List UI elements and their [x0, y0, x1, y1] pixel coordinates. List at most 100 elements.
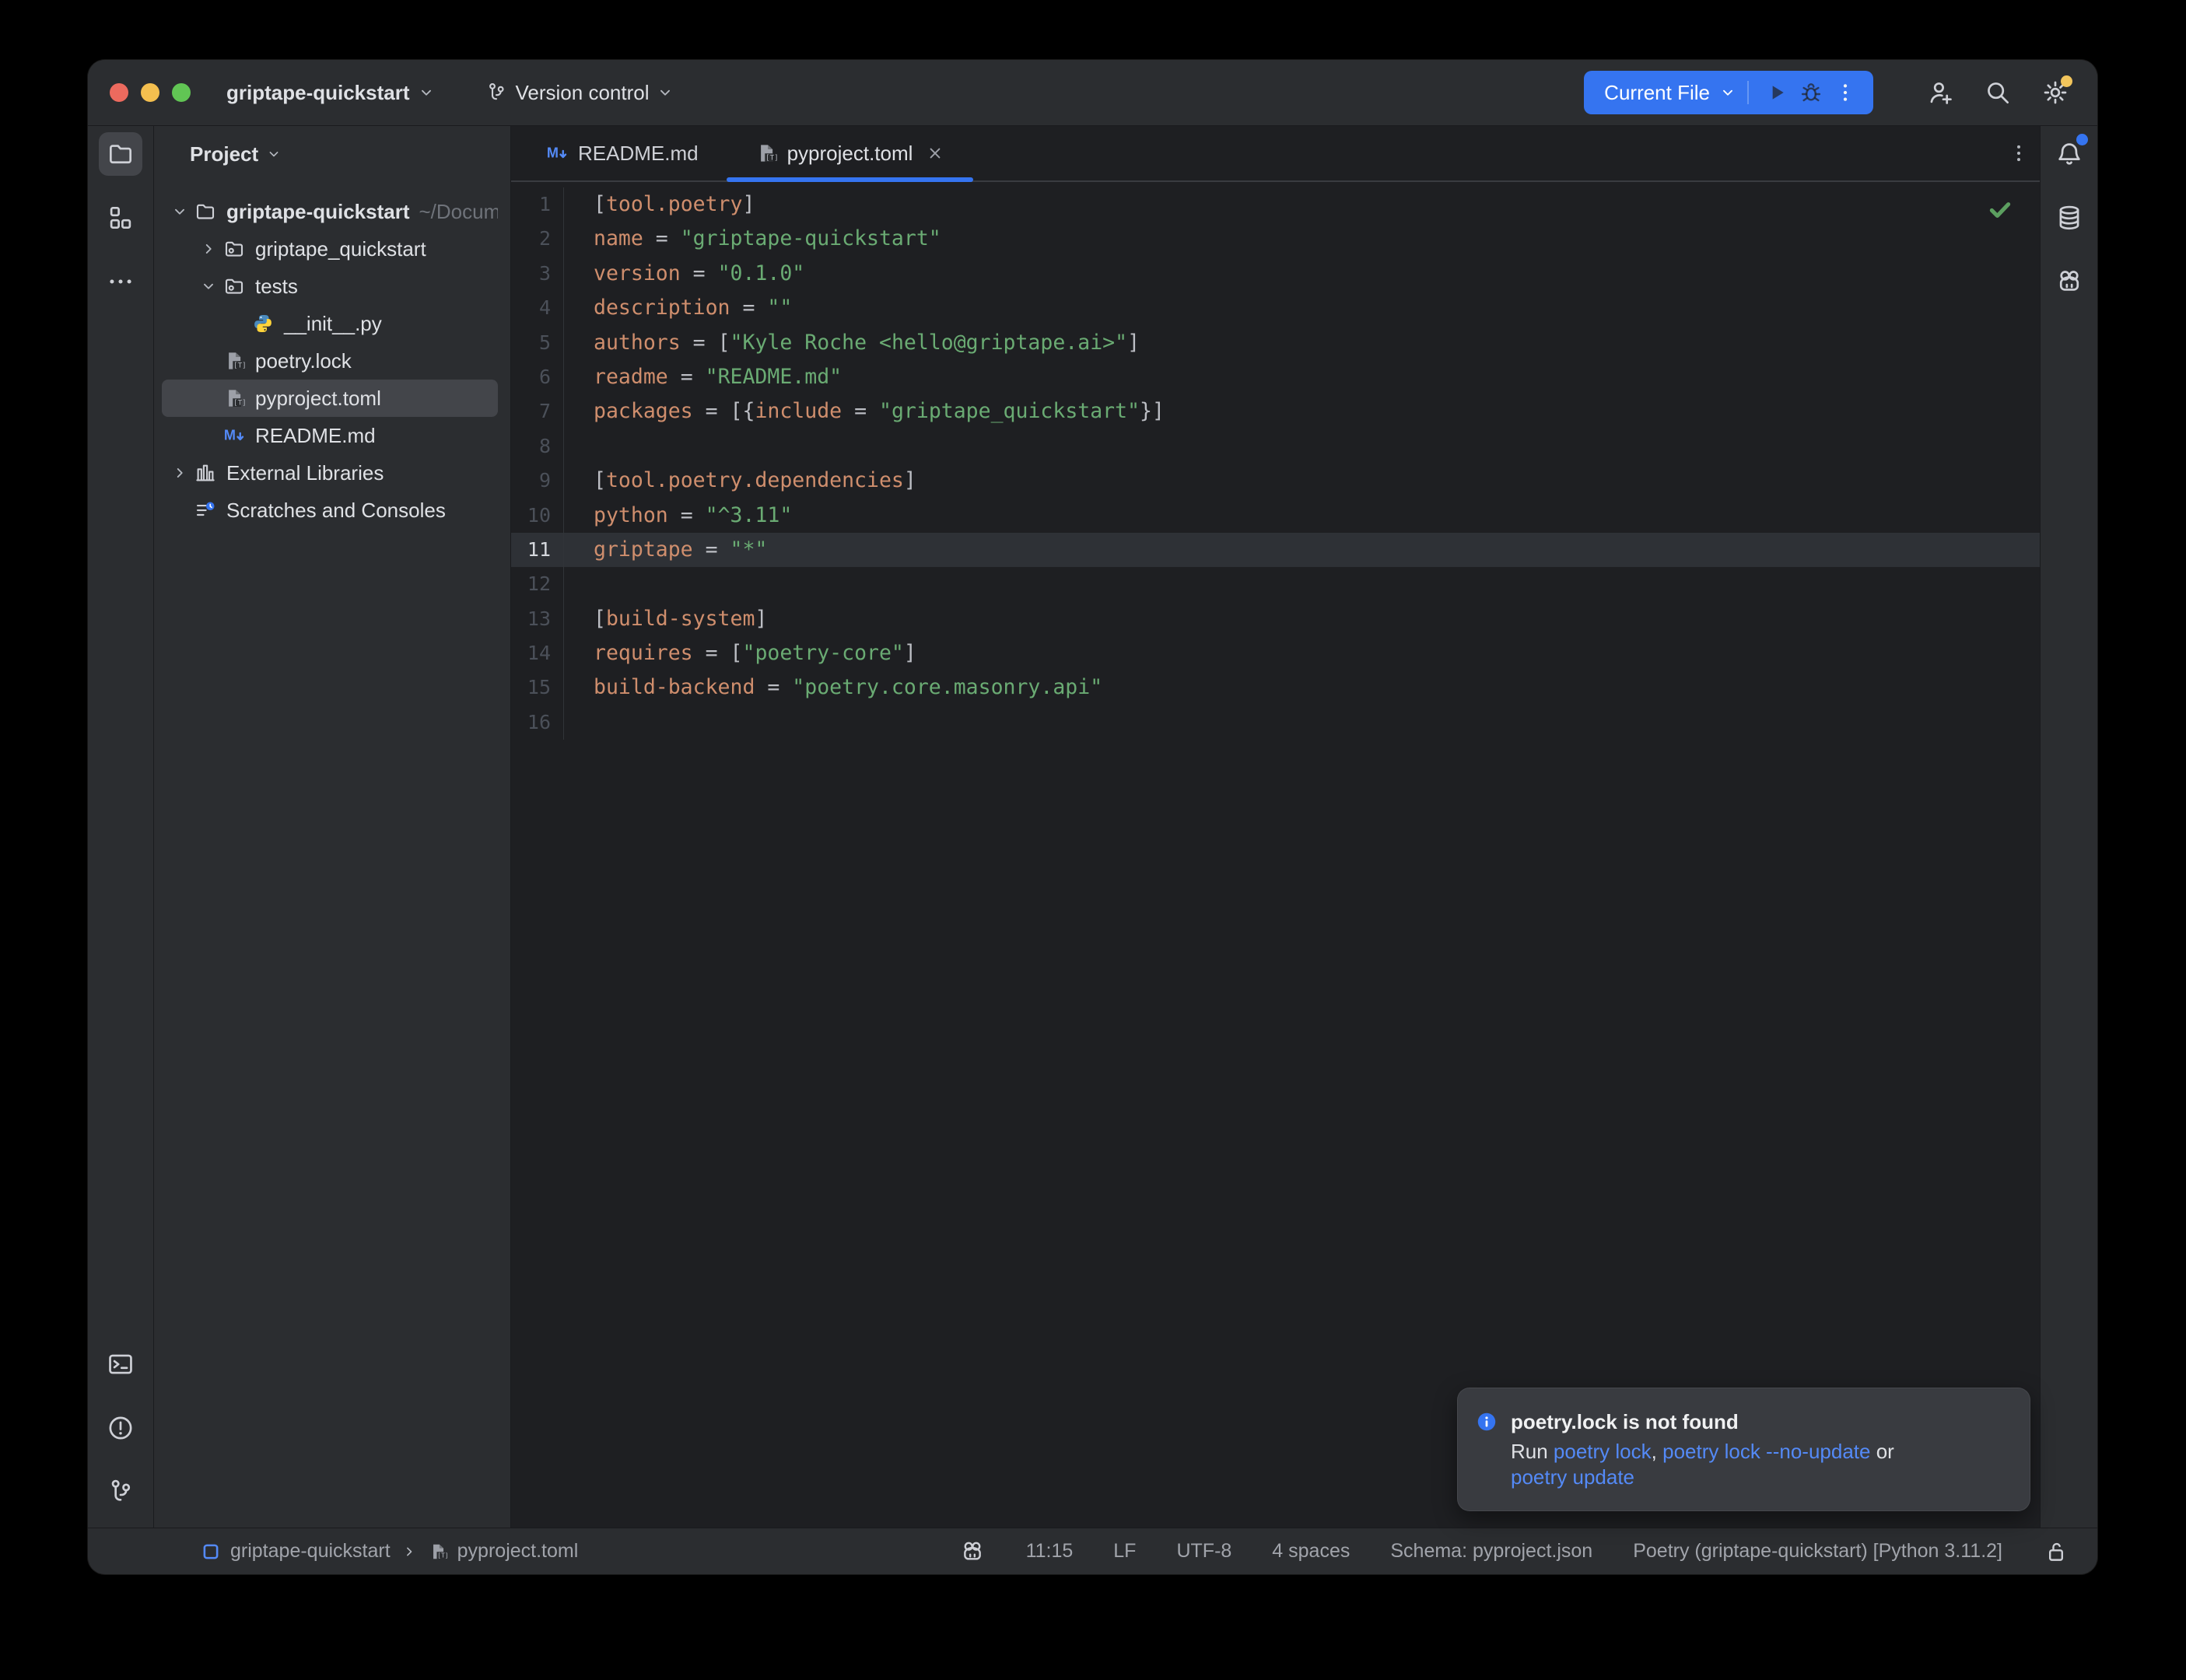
- code-line-content: [564, 705, 594, 740]
- status-item-lf[interactable]: LF: [1113, 1540, 1136, 1563]
- folder-icon: [194, 200, 217, 223]
- line-number[interactable]: 10: [511, 499, 564, 533]
- search-button[interactable]: [1976, 71, 2020, 114]
- tree-item-griptape-quickstart[interactable]: griptape_quickstart: [162, 230, 498, 268]
- chevron-down-icon[interactable]: [195, 275, 222, 297]
- tree-item-pyproject-toml[interactable]: [T]pyproject.toml: [162, 380, 498, 417]
- tree-item-external-libraries[interactable]: External Libraries: [162, 454, 498, 492]
- terminal-tool-button[interactable]: [99, 1342, 142, 1386]
- line-number[interactable]: 12: [511, 567, 564, 601]
- status-item-poetry-griptape-quickstart-python-3-11-2-[interactable]: Poetry (griptape-quickstart) [Python 3.1…: [1633, 1540, 2002, 1563]
- code-line-7[interactable]: 7packages = [{include = "griptape_quicks…: [511, 394, 2040, 429]
- line-number[interactable]: 3: [511, 257, 564, 291]
- more-run-options-button[interactable]: [1828, 75, 1862, 110]
- line-number[interactable]: 9: [511, 464, 564, 498]
- inspections-ok-icon[interactable]: [1987, 196, 2013, 222]
- breadcrumb-griptape-quickstart[interactable]: griptape-quickstart: [201, 1540, 391, 1563]
- code-line-11[interactable]: 11griptape = "*": [511, 533, 2040, 567]
- svg-text:[T]: [T]: [765, 154, 778, 163]
- notification-link[interactable]: poetry update: [1511, 1465, 1634, 1489]
- code-line-3[interactable]: 3version = "0.1.0": [511, 257, 2040, 291]
- code-line-4[interactable]: 4description = "": [511, 291, 2040, 325]
- problems-tool-button[interactable]: [99, 1406, 142, 1450]
- tree-item-tests[interactable]: tests: [162, 268, 498, 305]
- database-tool-button[interactable]: [2048, 196, 2091, 240]
- code-line-14[interactable]: 14requires = ["poetry-core"]: [511, 636, 2040, 670]
- code-line-content: griptape = "*": [564, 533, 767, 567]
- code-line-1[interactable]: 1[tool.poetry]: [511, 187, 2040, 222]
- add-user-button[interactable]: [1918, 71, 1962, 114]
- chevron-down-icon: [418, 84, 435, 101]
- line-number[interactable]: 8: [511, 429, 564, 464]
- notifications-bell-tool-button[interactable]: [2048, 132, 2091, 176]
- chevron-down-icon[interactable]: [166, 201, 193, 222]
- editor-tab-pyproject-toml[interactable]: [T]pyproject.toml: [727, 126, 974, 180]
- line-number[interactable]: 11: [511, 533, 564, 567]
- lock-open-status-icon[interactable]: [2043, 1538, 2069, 1565]
- line-number[interactable]: 4: [511, 291, 564, 325]
- editor-tab-readme-md[interactable]: MREADME.md: [517, 126, 727, 180]
- ai-assistant-tool-button[interactable]: [2048, 260, 2091, 303]
- project-folder-tool-button[interactable]: [99, 132, 142, 176]
- code-line-content: [build-system]: [564, 602, 767, 636]
- code-line-16[interactable]: 16: [511, 705, 2040, 740]
- status-item-11[interactable]: 11:15: [1026, 1540, 1074, 1563]
- project-panel-title: Project: [190, 142, 258, 166]
- line-number[interactable]: 1: [511, 187, 564, 222]
- structure-tool-button[interactable]: [99, 196, 142, 240]
- chevron-right-icon[interactable]: [166, 462, 193, 484]
- ai-assistant-status-icon[interactable]: [959, 1538, 986, 1565]
- tree-item-readme-md[interactable]: MREADME.md: [162, 417, 498, 454]
- code-line-9[interactable]: 9[tool.poetry.dependencies]: [511, 464, 2040, 498]
- tree-item-path: ~/Docume: [419, 200, 499, 224]
- code-line-content: requires = ["poetry-core"]: [564, 636, 916, 670]
- status-item-utf-8[interactable]: UTF-8: [1176, 1540, 1231, 1563]
- line-number[interactable]: 6: [511, 360, 564, 394]
- code-editor[interactable]: 1[tool.poetry]2name = "griptape-quicksta…: [511, 182, 2040, 1528]
- code-line-13[interactable]: 13[build-system]: [511, 602, 2040, 636]
- code-line-12[interactable]: 12: [511, 567, 2040, 601]
- more-tool-button[interactable]: [99, 260, 142, 303]
- code-line-15[interactable]: 15build-backend = "poetry.core.masonry.a…: [511, 670, 2040, 705]
- tree-item--init-py[interactable]: __init__.py: [162, 305, 498, 342]
- line-number[interactable]: 15: [511, 670, 564, 705]
- notification-link[interactable]: poetry lock: [1554, 1440, 1652, 1463]
- chevron-right-icon[interactable]: [195, 238, 222, 260]
- add-user-icon: [1925, 78, 1955, 107]
- git-branch-tool-button[interactable]: [99, 1470, 142, 1514]
- line-number[interactable]: 16: [511, 705, 564, 740]
- run-button[interactable]: [1760, 75, 1794, 110]
- close-tab-icon[interactable]: [925, 143, 945, 163]
- vcs-widget[interactable]: Version control: [475, 75, 684, 111]
- code-line-2[interactable]: 2name = "griptape-quickstart": [511, 222, 2040, 256]
- tree-item-label: griptape_quickstart: [255, 237, 426, 261]
- code-line-10[interactable]: 10python = "^3.11": [511, 499, 2040, 533]
- status-item-schema[interactable]: Schema: pyproject.json: [1390, 1540, 1592, 1563]
- tree-item-griptape-quickstart[interactable]: griptape-quickstart~/Docume: [162, 193, 498, 230]
- tree-item-scratches-and-consoles[interactable]: Scratches and Consoles: [162, 492, 498, 529]
- line-number[interactable]: 2: [511, 222, 564, 256]
- line-number[interactable]: 13: [511, 602, 564, 636]
- code-line-content: readme = "README.md": [564, 360, 842, 394]
- close-window-button[interactable]: [110, 83, 128, 102]
- minimize-window-button[interactable]: [141, 83, 159, 102]
- code-line-8[interactable]: 8: [511, 429, 2040, 464]
- debug-button[interactable]: [1794, 75, 1828, 110]
- zoom-window-button[interactable]: [172, 83, 191, 102]
- line-number[interactable]: 5: [511, 326, 564, 360]
- project-panel-header[interactable]: Project: [154, 126, 510, 182]
- toml-icon: [T]: [222, 349, 246, 373]
- code-line-5[interactable]: 5authors = ["Kyle Roche <hello@griptape.…: [511, 326, 2040, 360]
- line-number[interactable]: 7: [511, 394, 564, 429]
- tab-options-icon[interactable]: [2007, 142, 2030, 165]
- status-item-4-spaces[interactable]: 4 spaces: [1272, 1540, 1350, 1563]
- tree-item-label: tests: [255, 275, 298, 299]
- breadcrumb-pyproject-toml[interactable]: [T]pyproject.toml: [428, 1540, 579, 1563]
- run-config-selector[interactable]: Current File: [1604, 81, 1710, 105]
- settings-button[interactable]: [2034, 71, 2077, 114]
- tree-item-poetry-lock[interactable]: [T]poetry.lock: [162, 342, 498, 380]
- project-selector[interactable]: griptape-quickstart: [217, 75, 444, 111]
- line-number[interactable]: 14: [511, 636, 564, 670]
- notification-link[interactable]: poetry lock --no-update: [1662, 1440, 1870, 1463]
- code-line-6[interactable]: 6readme = "README.md": [511, 360, 2040, 394]
